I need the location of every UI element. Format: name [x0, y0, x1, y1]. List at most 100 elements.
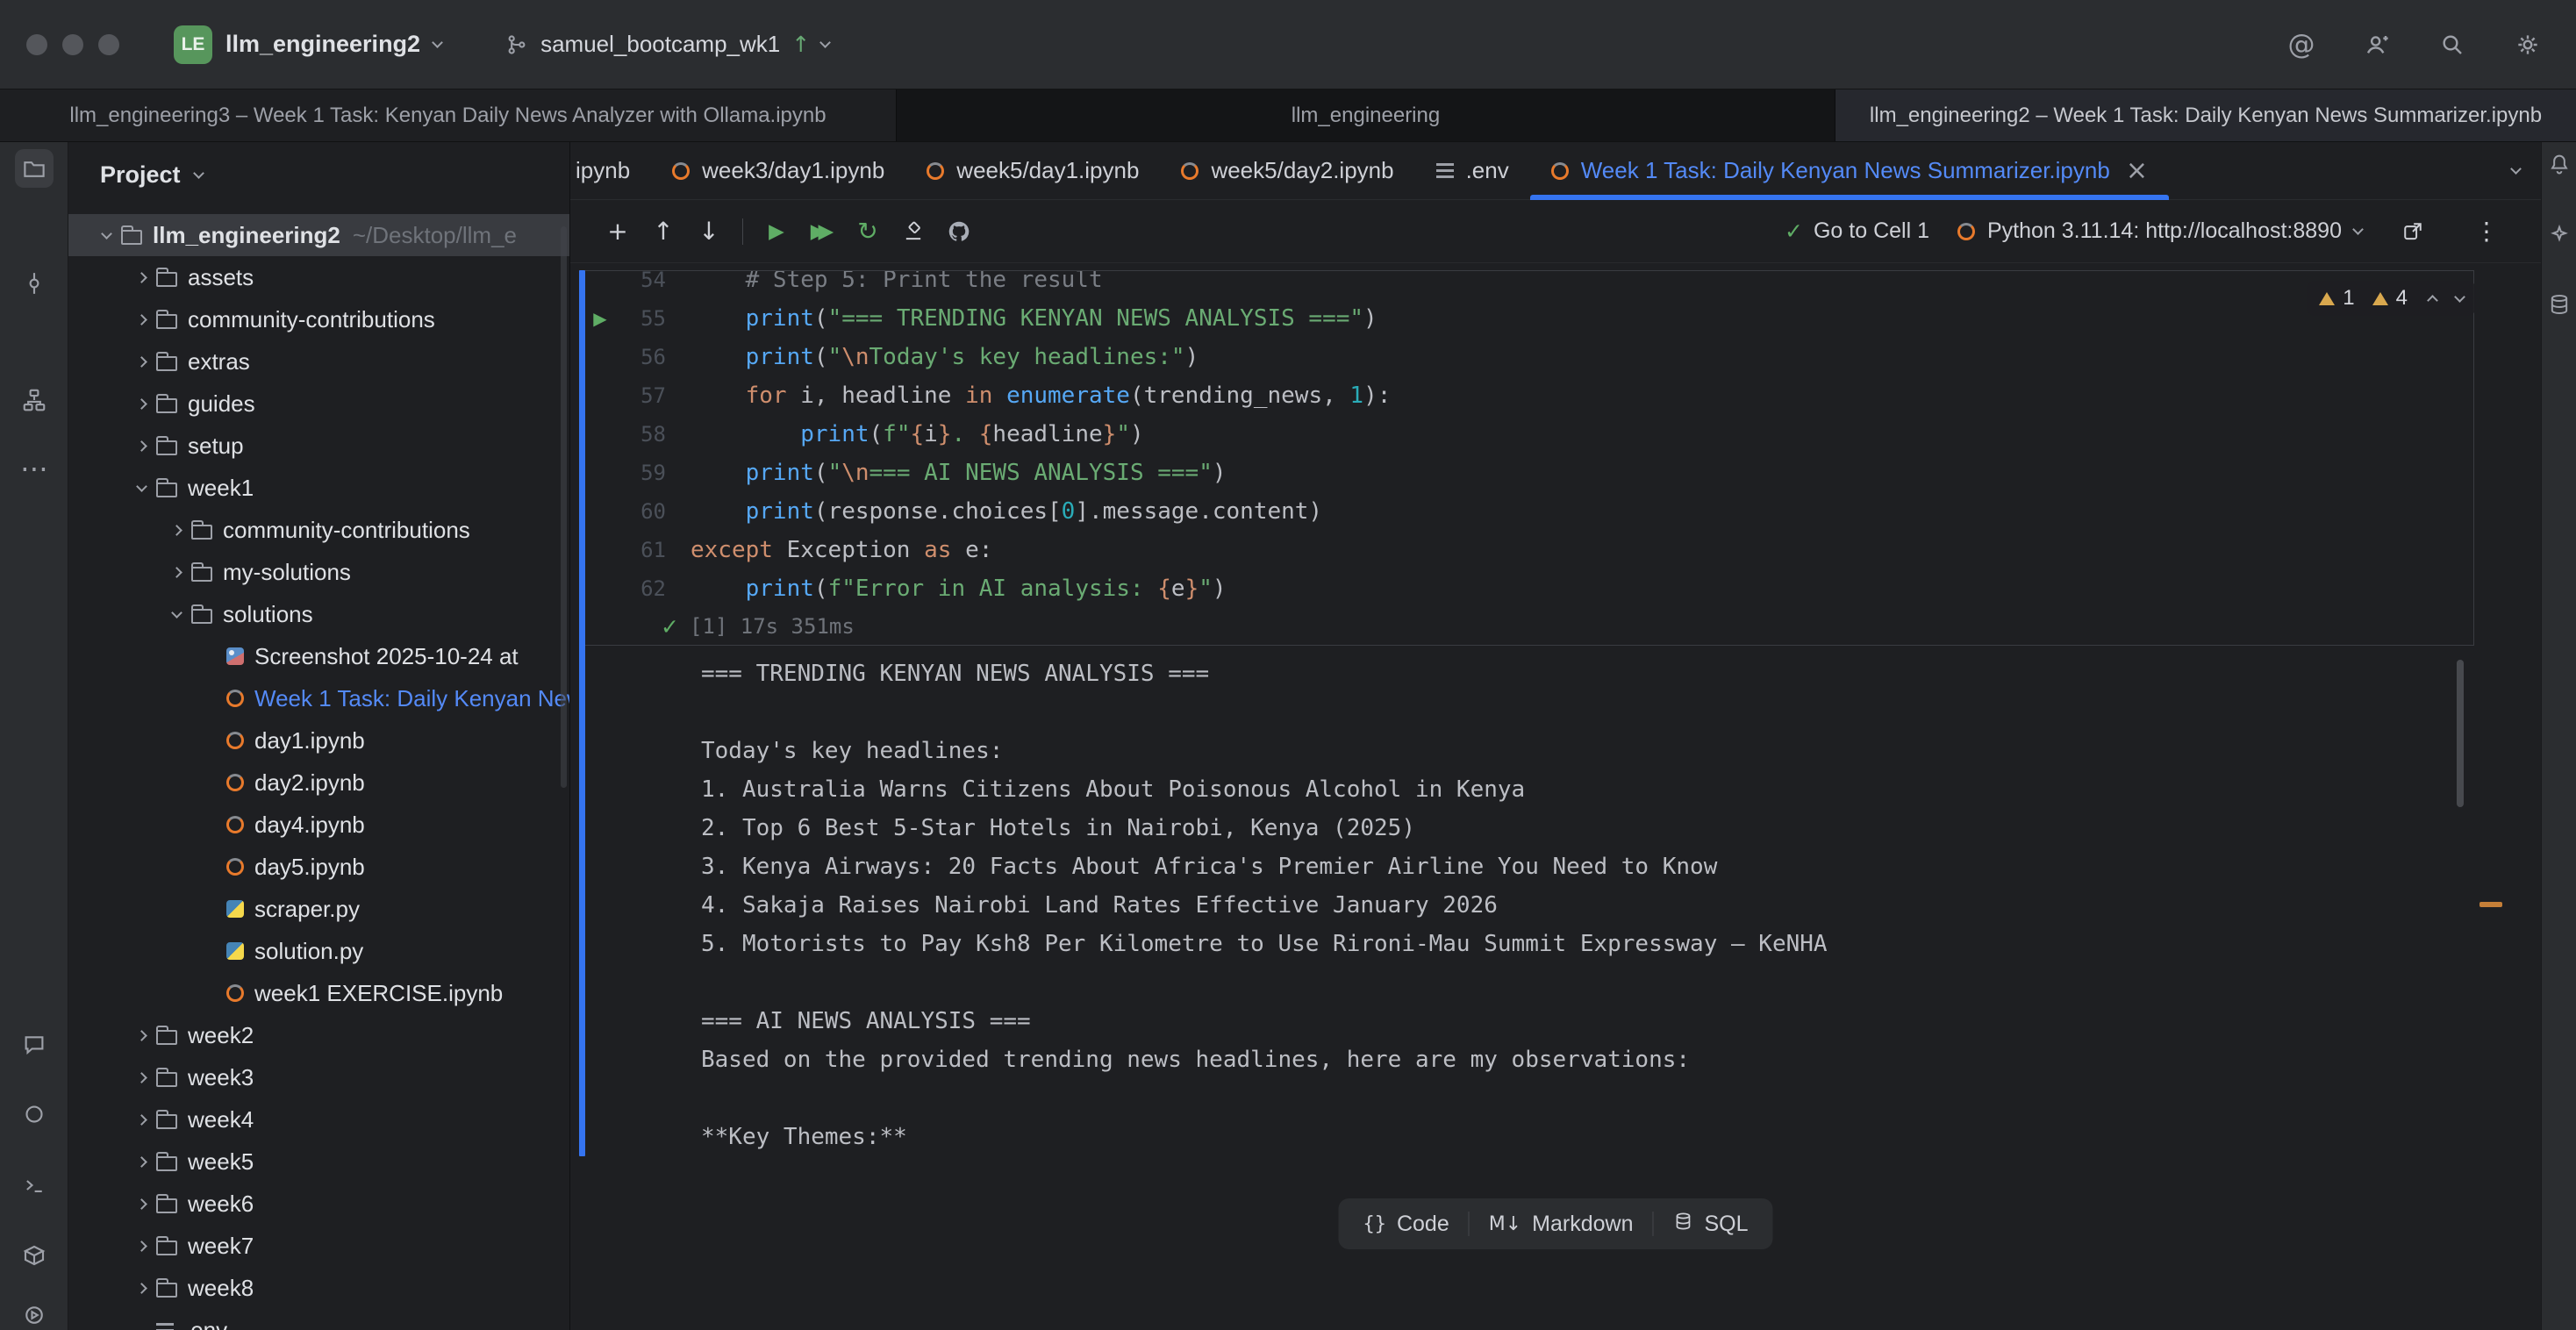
tree-item[interactable]: llm_engineering2~/Desktop/llm_e	[68, 214, 569, 256]
close-window-button[interactable]	[26, 34, 47, 55]
vcs-branch-widget[interactable]: samuel_bootcamp_wk1 ↑	[492, 24, 841, 65]
code-line[interactable]: 61except Exception as e:	[580, 531, 2473, 569]
tree-item[interactable]: week4	[68, 1098, 569, 1141]
editor-tab[interactable]: week3/day1.ipynb	[651, 142, 905, 199]
chevron-right-icon[interactable]	[126, 1183, 156, 1225]
tree-item[interactable]: week3	[68, 1056, 569, 1098]
tree-item[interactable]: week8	[68, 1267, 569, 1309]
tree-item[interactable]: assets	[68, 256, 569, 298]
editor-tab[interactable]: week5/day2.ipynb	[1160, 142, 1414, 199]
tree-item[interactable]: community-contributions	[68, 509, 569, 551]
project-panel-header[interactable]: Project	[68, 142, 569, 203]
chevron-right-icon[interactable]	[126, 1141, 156, 1183]
open-in-split-icon[interactable]	[2390, 212, 2436, 251]
tree-item[interactable]: solutions	[68, 593, 569, 635]
window-tab[interactable]: llm_engineering3 – Week 1 Task: Kenyan D…	[0, 89, 897, 141]
more-options-icon[interactable]: ⋮	[2464, 212, 2509, 251]
commit-tool-icon[interactable]	[15, 264, 54, 303]
ai-assistant-tool-icon[interactable]	[2544, 219, 2574, 249]
tree-item[interactable]: week1 EXERCISE.ipynb	[68, 972, 569, 1014]
window-tab[interactable]: llm_engineering	[897, 89, 1835, 141]
close-tab-icon[interactable]: ×	[2126, 158, 2148, 184]
warnings-badge[interactable]: 1	[2319, 286, 2354, 311]
chevron-right-icon[interactable]	[126, 256, 156, 298]
previous-warning-icon[interactable]	[2427, 295, 2438, 306]
restart-kernel-icon[interactable]: ↻	[845, 212, 891, 251]
next-warning-icon[interactable]	[2454, 291, 2465, 303]
jupyter-tool-icon[interactable]	[15, 1095, 54, 1133]
tree-item[interactable]: day4.ipynb	[68, 804, 569, 846]
code-line[interactable]: 57 for i, headline in enumerate(trending…	[580, 376, 2473, 415]
more-tool-windows-icon[interactable]: ⋯	[15, 449, 54, 488]
code-line[interactable]: 62 print(f"Error in AI analysis: {e}")	[580, 569, 2473, 608]
chevron-right-icon[interactable]	[161, 551, 191, 593]
code-line[interactable]: ▶55 print("=== TRENDING KENYAN NEWS ANAL…	[580, 299, 2473, 338]
chevron-right-icon[interactable]	[126, 1225, 156, 1267]
tree-item[interactable]: week5	[68, 1141, 569, 1183]
code-line[interactable]: 59 print("\n=== AI NEWS ANALYSIS ===")	[580, 454, 2473, 492]
run-cell-button[interactable]: ▶	[754, 212, 799, 251]
tree-item[interactable]: Screenshot 2025-10-24 at	[68, 635, 569, 677]
cell-type-markdown-button[interactable]: M↓ Markdown	[1471, 1205, 1651, 1244]
python-packages-tool-icon[interactable]	[15, 1236, 54, 1275]
chevron-down-icon[interactable]	[161, 593, 191, 635]
output-scrollbar[interactable]	[2457, 660, 2464, 807]
chevron-right-icon[interactable]	[126, 340, 156, 383]
cell-type-sql-button[interactable]: SQL	[1655, 1204, 1765, 1244]
run-cell-gutter-icon[interactable]: ▶	[580, 299, 620, 338]
ai-chat-tool-icon[interactable]	[15, 1026, 54, 1064]
database-tool-icon[interactable]	[2544, 290, 2574, 319]
chevron-right-icon[interactable]	[161, 509, 191, 551]
tree-item[interactable]: day5.ipynb	[68, 846, 569, 888]
tree-item[interactable]: week1	[68, 467, 569, 509]
zoom-window-button[interactable]	[98, 34, 119, 55]
editor-tab[interactable]: ipynb	[570, 142, 651, 199]
tree-item[interactable]: scraper.py	[68, 888, 569, 930]
github-icon[interactable]	[936, 212, 982, 251]
code-with-me-icon[interactable]	[2360, 28, 2394, 61]
services-tool-icon[interactable]	[15, 1296, 54, 1330]
notifications-bell-icon[interactable]	[2544, 149, 2574, 179]
editor-tab[interactable]: week5/day1.ipynb	[905, 142, 1160, 199]
code-line[interactable]: 54 # Step 5: Print the result	[580, 271, 2473, 299]
structure-tool-icon[interactable]	[15, 381, 54, 419]
ai-assistant-icon[interactable]: @	[2285, 28, 2318, 61]
search-icon[interactable]	[2436, 28, 2469, 61]
kernel-selector[interactable]: Python 3.11.14: http://localhost:8890	[1957, 218, 2362, 244]
tree-item[interactable]: guides	[68, 383, 569, 425]
code-line[interactable]: 60 print(response.choices[0].message.con…	[580, 492, 2473, 531]
run-all-cells-button[interactable]: ▶▶	[799, 212, 845, 251]
previous-cell-button[interactable]: ↑	[640, 212, 686, 251]
code-line[interactable]: 56 print("\nToday's key headlines:")	[580, 338, 2473, 376]
scrollbar-warning-mark[interactable]	[2479, 902, 2502, 907]
tree-item[interactable]: day1.ipynb	[68, 719, 569, 762]
tree-item[interactable]: Week 1 Task: Daily Kenyan News Summarize…	[68, 677, 569, 719]
tree-item[interactable]: week6	[68, 1183, 569, 1225]
tree-item[interactable]: week2	[68, 1014, 569, 1056]
clear-outputs-icon[interactable]	[891, 212, 936, 251]
chevron-down-icon[interactable]	[91, 214, 121, 256]
tree-item[interactable]: solution.py	[68, 930, 569, 972]
minimize-window-button[interactable]	[62, 34, 83, 55]
next-cell-button[interactable]: ↓	[686, 212, 732, 251]
tree-item[interactable]: extras	[68, 340, 569, 383]
chevron-right-icon[interactable]	[126, 1056, 156, 1098]
project-tool-icon[interactable]	[15, 149, 54, 188]
warnings-badge[interactable]: 4	[2372, 286, 2408, 311]
project-scrollbar[interactable]	[561, 226, 567, 788]
editor-tab[interactable]: Week 1 Task: Daily Kenyan News Summarize…	[1530, 142, 2169, 199]
chevron-right-icon[interactable]	[126, 1267, 156, 1309]
cell-type-code-button[interactable]: {} Code	[1345, 1205, 1466, 1244]
add-cell-button[interactable]: +	[595, 212, 640, 251]
tree-item[interactable]: community-contributions	[68, 298, 569, 340]
tree-item[interactable]: week7	[68, 1225, 569, 1267]
hidden-tabs-chevron-icon[interactable]	[2512, 142, 2520, 199]
code-line[interactable]: 58 print(f"{i}. {headline}")	[580, 415, 2473, 454]
chevron-right-icon[interactable]	[126, 383, 156, 425]
go-to-cell-button[interactable]: ✓ Go to Cell 1	[1785, 218, 1929, 244]
chevron-right-icon[interactable]	[126, 1098, 156, 1141]
tree-item[interactable]: my-solutions	[68, 551, 569, 593]
project-widget[interactable]: LE llm_engineering2	[161, 18, 454, 71]
editor-tab[interactable]: .env	[1415, 142, 1530, 199]
settings-gear-icon[interactable]	[2511, 28, 2544, 61]
